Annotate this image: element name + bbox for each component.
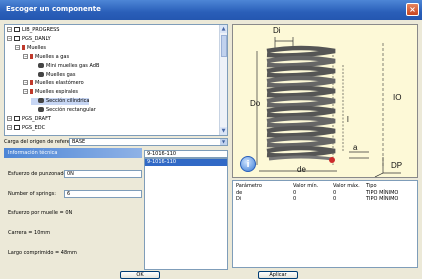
expander-icon[interactable]: − (7, 116, 12, 121)
cell-min: 0 (293, 196, 297, 202)
spring-coils (266, 45, 336, 161)
stroke-text: Carrera = 10mm (8, 230, 51, 236)
tree-node[interactable]: − Muelles a gas (23, 53, 70, 61)
springs-label: Number of springs: (8, 191, 56, 197)
folder-icon (30, 80, 33, 86)
tree-node-label: Muelles gas (46, 71, 76, 78)
tree-node-label: Muelles a gas (35, 53, 70, 60)
doc-icon (14, 116, 20, 121)
tree-node[interactable]: Sección rectangular (31, 107, 96, 114)
close-button[interactable]: × (406, 3, 419, 16)
expander-icon[interactable]: − (23, 53, 28, 59)
tree-scrollbar[interactable]: ▲ ▼ (219, 25, 227, 135)
dim-l: l (347, 115, 349, 124)
cell-type: TIPO MÍNIMO (366, 196, 399, 202)
tree-node[interactable]: − Muelles (15, 44, 47, 52)
tree-node-label: LIB_PROGRESS (22, 27, 60, 33)
col-type: Tipo (366, 183, 377, 189)
table-row[interactable]: Di 0 0 TIPO MÍNIMO (233, 196, 417, 202)
punch-force-row: Esfuerzo de punzonado: 0N (4, 170, 144, 178)
scroll-down-icon[interactable]: ▼ (220, 127, 227, 135)
dim-a: a (353, 143, 358, 152)
tree-node-label: PGS_DRAFT (22, 116, 51, 122)
list-item[interactable]: 9-1016-110 (145, 159, 227, 166)
punch-force-input[interactable]: 0N (64, 170, 142, 178)
parameter-table: Parámetro Valor mín. Valor máx. Tipo de … (232, 180, 418, 268)
spring-icon (38, 107, 44, 113)
tree-node[interactable]: − PGS_DANLY (7, 35, 51, 43)
doc-icon (14, 35, 20, 41)
expander-icon[interactable]: − (23, 80, 28, 86)
spring-icon (38, 62, 44, 68)
spring-drawing: Di Do IO l a de DP i (232, 24, 418, 178)
tree-node-label: PGS_EDC (22, 124, 46, 131)
reference-select[interactable]: BASE ▼ (69, 138, 228, 146)
code-header: 9-1016-110 (144, 150, 228, 158)
tree-node[interactable]: − PGS_EDC (7, 124, 46, 132)
info-icon[interactable]: i (240, 156, 256, 172)
col-min: Valor mín. (293, 183, 319, 189)
doc-icon (14, 27, 20, 32)
tree-node-label: Muelles espirales (35, 89, 79, 96)
tree-node[interactable]: − LIB_PROGRESS (7, 27, 59, 34)
cell-max: 0 (333, 196, 337, 202)
col-parameter: Parámetro (236, 183, 262, 189)
dim-dp: DP (391, 161, 403, 170)
tree-node-label: Muelles (27, 44, 47, 51)
expander-icon[interactable]: − (7, 35, 12, 41)
tree-node[interactable]: Sección cilíndrica (31, 98, 90, 106)
info-header: Información técnica (4, 148, 142, 158)
tree-node-label: Sección cilíndrica (46, 98, 90, 105)
expander-icon[interactable]: − (7, 27, 12, 32)
reference-value: BASE (72, 139, 86, 145)
cell-param: Di (236, 196, 242, 202)
expander-icon[interactable]: − (23, 89, 28, 95)
scroll-up-icon[interactable]: ▲ (220, 25, 227, 33)
springs-row: Number of springs: 6 (4, 190, 144, 198)
dim-io: IO (393, 93, 402, 102)
folder-icon (30, 53, 33, 59)
tree-node-label: Sección rectangular (46, 107, 96, 114)
springs-input[interactable]: 6 (64, 190, 142, 198)
force-per-spring-text: Esfuerzo por muelle = 0N (8, 210, 73, 216)
code-list[interactable]: 9-1016-110 (144, 158, 228, 270)
folder-icon (22, 44, 25, 50)
dim-do: Do (250, 99, 261, 108)
title-bar: Escoger un componente × (0, 0, 422, 20)
reference-row: Carga del origen de referencia: BASE ▼ (4, 138, 228, 146)
compressed-length-text: Largo comprimido = 48mm (8, 250, 77, 256)
tree-node[interactable]: − Muelles espirales (23, 89, 78, 96)
tree-node[interactable]: Muelles gas (31, 71, 76, 79)
component-tree[interactable]: − LIB_PROGRESS − PGS_DANLY − Muelles − Muelles … (4, 24, 228, 136)
expander-icon[interactable]: − (15, 44, 20, 50)
info-fields: Esfuerzo de punzonado: 0N Number of spri… (4, 160, 142, 270)
apply-button[interactable]: Aplicar (258, 271, 298, 279)
tree-node[interactable]: − Muelles elastómero (23, 80, 84, 87)
col-max: Valor máx. (333, 183, 360, 189)
tree-node-label: PGS_DANLY (22, 35, 51, 42)
spring-icon (38, 71, 44, 77)
chevron-down-icon[interactable]: ▼ (220, 139, 227, 145)
red-marker-dot (329, 157, 335, 163)
expander-icon[interactable]: − (7, 124, 12, 130)
tree-node-label: Muelles elastómero (35, 80, 84, 87)
ok-button[interactable]: OK (120, 271, 160, 279)
tree-node-label: Mini muelles gas AdB (46, 62, 100, 69)
spring-icon (38, 98, 44, 104)
punch-force-label: Esfuerzo de punzonado: (8, 171, 69, 177)
scroll-thumb[interactable] (221, 35, 227, 57)
tree-node[interactable]: − PGS_DRAFT (7, 116, 51, 123)
table-header: Parámetro Valor mín. Valor máx. Tipo (233, 183, 417, 189)
doc-icon (14, 124, 20, 130)
folder-icon (30, 89, 33, 95)
window-title: Escoger un componente (6, 5, 101, 13)
dim-di: Di (273, 26, 281, 35)
tree-node[interactable]: Mini muelles gas AdB (31, 62, 100, 70)
dim-de: de (297, 165, 306, 174)
spring-diagram (256, 37, 401, 177)
